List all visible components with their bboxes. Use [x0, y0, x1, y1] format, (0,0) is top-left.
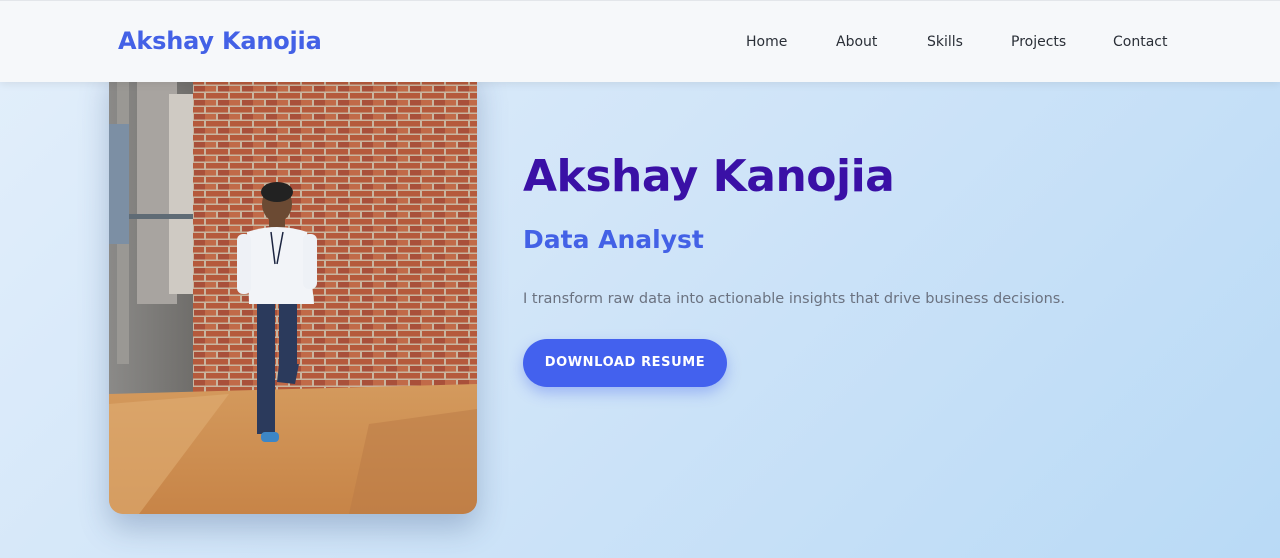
hero-tagline: I transform raw data into actionable ins… — [523, 291, 1065, 307]
profile-photo — [109, 64, 477, 514]
nav-about[interactable]: About — [836, 34, 877, 50]
nav-contact[interactable]: Contact — [1113, 34, 1167, 50]
hero-name: Akshay Kanojia — [523, 151, 895, 202]
nav-skills[interactable]: Skills — [927, 34, 963, 50]
main-nav: Home About Skills Projects Contact — [0, 34, 1280, 54]
site-header: Akshay Kanojia Home About Skills Project… — [0, 0, 1280, 82]
nav-home[interactable]: Home — [746, 34, 787, 50]
download-resume-button[interactable]: DOWNLOAD RESUME — [523, 339, 727, 387]
hero-role: Data Analyst — [523, 225, 704, 254]
profile-photo-illustration — [109, 64, 477, 514]
nav-projects[interactable]: Projects — [1011, 34, 1066, 50]
